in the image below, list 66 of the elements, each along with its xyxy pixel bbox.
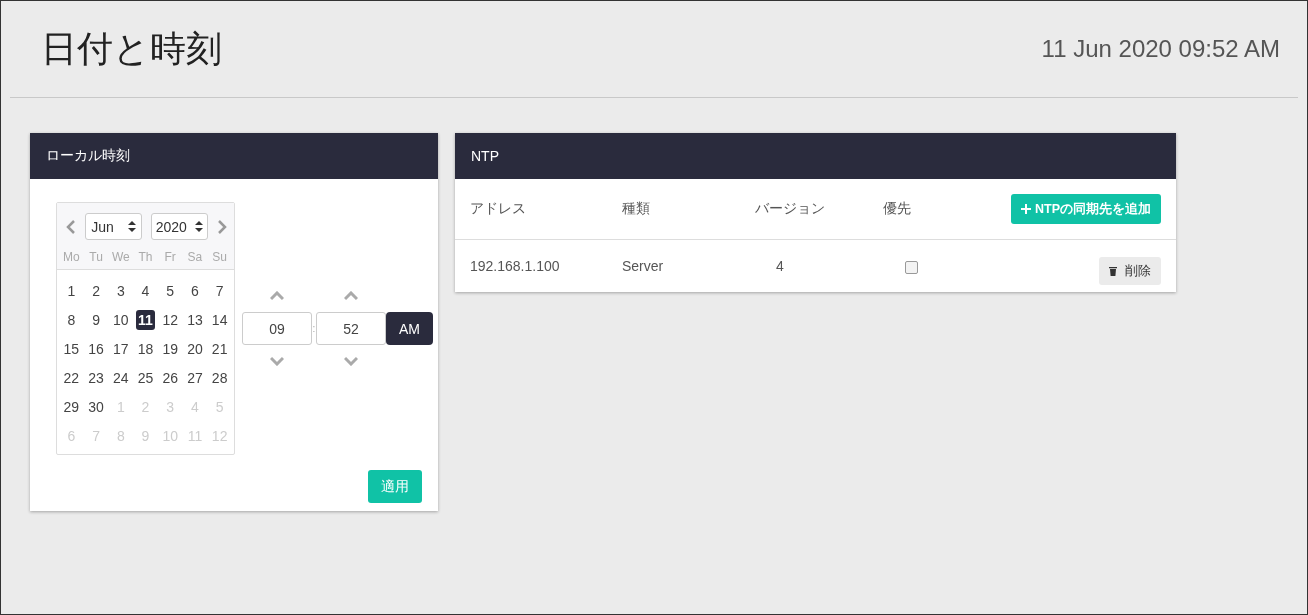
calendar-day[interactable]: 21	[209, 338, 230, 359]
calendar-day[interactable]: 4	[139, 280, 152, 301]
month-select[interactable]: Jun	[85, 213, 143, 240]
time-separator: :	[312, 323, 316, 334]
calendar-day[interactable]: 28	[209, 367, 230, 388]
calendar-day[interactable]: 7	[213, 280, 226, 301]
calendar-day[interactable]: 2	[90, 280, 102, 301]
sort-arrows-icon	[194, 221, 203, 232]
hour-field[interactable]: 09	[242, 312, 312, 345]
weekday-label: We	[110, 250, 131, 264]
weekday-label: Fr	[163, 250, 177, 264]
table-cell-text: 4	[775, 258, 785, 274]
chevron-down-icon[interactable]	[270, 356, 284, 366]
chevron-down-icon[interactable]	[344, 356, 358, 366]
calendar-day[interactable]: 11	[136, 309, 155, 330]
plus-icon	[1021, 204, 1031, 214]
minute-field[interactable]: 52	[316, 312, 386, 345]
column-header: 優先	[883, 200, 912, 218]
calendar-day[interactable]: 18	[135, 338, 156, 359]
chevron-right-icon[interactable]	[216, 218, 228, 235]
chevron-up-icon[interactable]	[344, 291, 358, 301]
trash-icon	[1109, 266, 1117, 276]
calendar-day[interactable]: 20	[185, 338, 205, 359]
calendar-day[interactable]: 16	[86, 338, 106, 359]
calendar-day[interactable]: 6	[189, 280, 201, 301]
calendar-day[interactable]: 19	[160, 338, 180, 359]
calendar-day[interactable]: 15	[61, 338, 82, 359]
calendar-day[interactable]: 27	[185, 367, 205, 388]
current-datetime: 11 Jun 2020 09:52 AM	[1041, 35, 1280, 63]
calendar-day[interactable]: 13	[185, 309, 205, 330]
calendar-day[interactable]: 1	[65, 280, 78, 301]
weekday-label: Su	[211, 250, 228, 264]
table-cell-text: Server	[622, 258, 665, 274]
calendar-day[interactable]: 3	[114, 280, 127, 301]
calendar-day[interactable]: 23	[86, 367, 106, 388]
column-header: アドレス	[470, 200, 527, 218]
column-header: 種類	[622, 200, 651, 218]
calendar-day[interactable]: 10	[111, 309, 131, 330]
weekday-label: Th	[137, 250, 154, 264]
page-title: 日付と時刻	[41, 26, 222, 71]
calendar-day[interactable]: 30	[86, 396, 106, 417]
weekday-label: Tu	[88, 250, 104, 264]
calendar-day[interactable]: 14	[209, 309, 230, 330]
calendar-day[interactable]: 12	[160, 309, 180, 330]
calendar-day[interactable]: 22	[61, 367, 82, 388]
calendar-day[interactable]: 5	[164, 280, 177, 301]
calendar-day[interactable]: 24	[111, 367, 131, 388]
sort-arrows-icon	[128, 221, 137, 232]
prefer-checkbox[interactable]	[905, 260, 918, 274]
am-pm-toggle[interactable]: AM	[386, 312, 433, 345]
delete-button[interactable]: 削除	[1099, 257, 1161, 285]
column-header: バージョン	[755, 200, 826, 218]
card-title: NTP	[471, 148, 499, 164]
calendar-day[interactable]: 9	[90, 309, 102, 330]
calendar-day[interactable]: 17	[111, 338, 131, 359]
calendar-day[interactable]: 29	[61, 396, 82, 417]
chevron-up-icon[interactable]	[270, 291, 284, 301]
weekday-label: Mo	[62, 250, 81, 264]
chevron-left-icon[interactable]	[65, 218, 77, 235]
calendar-day[interactable]: 26	[160, 367, 180, 388]
table-cell-text: 192.168.1.100	[470, 258, 561, 274]
calendar-day[interactable]: 8	[65, 309, 78, 330]
weekday-label: Sa	[186, 250, 204, 264]
calendar-day[interactable]: 25	[135, 367, 156, 388]
year-select[interactable]: 2020	[150, 213, 208, 240]
card-title: ローカル時刻	[46, 147, 130, 165]
